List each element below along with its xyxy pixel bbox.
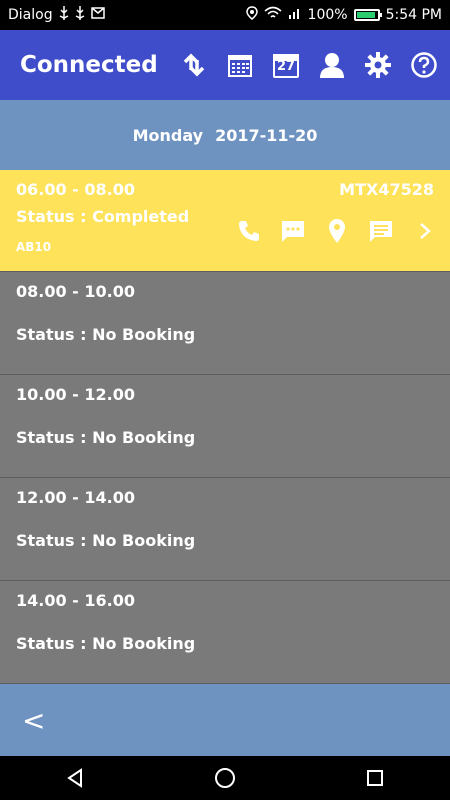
connection-status-title: Connected bbox=[20, 52, 158, 78]
slot-list: 06.00 - 08.00 MTX47528 Status : Complete… bbox=[0, 170, 450, 684]
date-label: 2017-11-20 bbox=[215, 125, 318, 145]
nav-home-icon[interactable] bbox=[212, 765, 238, 791]
wifi-icon bbox=[264, 6, 282, 24]
slot-row[interactable]: 14.00 - 16.00 Status : No Booking bbox=[0, 581, 450, 684]
usb-debug-icon bbox=[75, 6, 85, 24]
help-icon[interactable] bbox=[408, 49, 440, 81]
slot-row[interactable]: 12.00 - 14.00 Status : No Booking bbox=[0, 478, 450, 581]
slot-row[interactable]: 10.00 - 12.00 Status : No Booking bbox=[0, 375, 450, 478]
booking-code: MTX47528 bbox=[339, 180, 434, 199]
message-icon[interactable] bbox=[368, 218, 394, 244]
signal-icon bbox=[288, 6, 302, 24]
calendar-day-number: 27 bbox=[276, 59, 296, 74]
slot-time: 10.00 - 12.00 bbox=[16, 385, 135, 404]
slot-time: 12.00 - 14.00 bbox=[16, 488, 135, 507]
system-nav-bar bbox=[0, 756, 450, 800]
calendar-day-icon[interactable]: 27 bbox=[270, 49, 302, 81]
mail-icon bbox=[90, 7, 105, 23]
slot-time: 14.00 - 16.00 bbox=[16, 591, 135, 610]
nav-back-icon[interactable] bbox=[62, 765, 88, 791]
back-button[interactable]: < bbox=[22, 704, 45, 737]
carrier-label: Dialog bbox=[8, 7, 53, 23]
usb-icon bbox=[59, 6, 69, 24]
clock: 5:54 PM bbox=[385, 7, 442, 23]
slot-status: Status : No Booking bbox=[16, 428, 196, 447]
status-bar: Dialog 100% 5:54 PM bbox=[0, 0, 450, 30]
sync-icon[interactable] bbox=[178, 49, 210, 81]
date-header: Monday 2017-11-20 bbox=[0, 100, 450, 170]
location-icon bbox=[245, 6, 258, 24]
sms-icon[interactable] bbox=[280, 218, 306, 244]
slot-row[interactable]: 08.00 - 10.00 Status : No Booking bbox=[0, 272, 450, 375]
slot-status: Status : No Booking bbox=[16, 325, 196, 344]
app-bar: Connected 27 bbox=[0, 30, 450, 100]
slot-status: Status : No Booking bbox=[16, 531, 196, 550]
slot-time: 08.00 - 10.00 bbox=[16, 282, 135, 301]
settings-icon[interactable] bbox=[362, 49, 394, 81]
slot-row-active[interactable]: 06.00 - 08.00 MTX47528 Status : Complete… bbox=[0, 170, 450, 272]
chevron-right-icon[interactable] bbox=[412, 218, 438, 244]
day-label: Monday bbox=[132, 125, 204, 145]
phone-icon[interactable] bbox=[236, 218, 262, 244]
map-pin-icon[interactable] bbox=[324, 218, 350, 244]
bottom-bar: < bbox=[0, 684, 450, 756]
nav-recents-icon[interactable] bbox=[362, 765, 388, 791]
slot-status: Status : No Booking bbox=[16, 634, 196, 653]
battery-percent: 100% bbox=[307, 7, 348, 23]
user-icon[interactable] bbox=[316, 49, 348, 81]
battery-icon bbox=[353, 9, 382, 21]
calendar-grid-icon[interactable] bbox=[224, 49, 256, 81]
